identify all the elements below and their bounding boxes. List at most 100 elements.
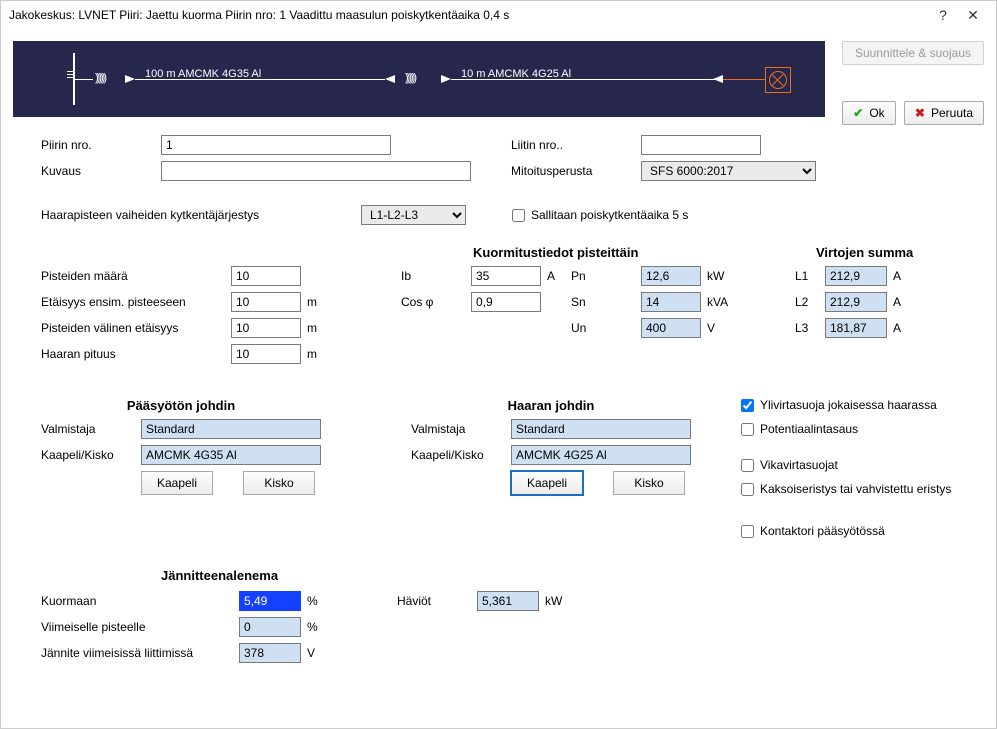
dimensioning-select[interactable]: SFS 6000:2017 — [641, 161, 816, 181]
circuit-no-label: Piirin nro. — [41, 138, 161, 152]
fault-input[interactable] — [741, 459, 754, 472]
phase-order-label: Haarapisteen vaiheiden kytkentäjärjestys — [41, 208, 361, 222]
main-manu-label: Valmistaja — [41, 422, 141, 436]
un-label: Un — [571, 321, 641, 335]
vd-last-label: Viimeiselle pisteelle — [41, 620, 239, 634]
point-count-input[interactable] — [231, 266, 301, 286]
branch-manu-label: Valmistaja — [411, 422, 511, 436]
window-title: Jakokeskus: LVNET Piiri: Jaettu kuorma P… — [9, 8, 928, 22]
l3-input — [825, 318, 887, 338]
l1-unit: A — [893, 269, 907, 283]
equipotential-checkbox[interactable]: Potentiaalintasaus — [741, 422, 951, 436]
pn-input — [641, 266, 701, 286]
branch-cable-input — [511, 445, 691, 465]
ok-label: Ok — [869, 106, 884, 120]
dimensioning-label: Mitoitusperusta — [511, 164, 641, 178]
sn-input — [641, 292, 701, 312]
pn-label: Pn — [571, 269, 641, 283]
cosphi-label: Cos φ — [401, 295, 471, 309]
vd-last-unit: % — [307, 620, 318, 634]
check-icon: ✔ — [853, 106, 863, 120]
ib-input[interactable] — [471, 266, 541, 286]
sn-label: Sn — [571, 295, 641, 309]
terminal-no-input[interactable] — [641, 135, 761, 155]
overcurrent-input[interactable] — [741, 399, 754, 412]
phase-order-select[interactable]: L1-L2-L3 — [361, 205, 466, 225]
point-count-label: Pisteiden määrä — [41, 269, 231, 283]
l3-label: L3 — [795, 321, 825, 335]
equipotential-input[interactable] — [741, 423, 754, 436]
dist-between-unit: m — [307, 321, 331, 335]
vd-load-label: Kuormaan — [41, 594, 239, 608]
cross-icon: ✖ — [915, 106, 925, 120]
un-input — [641, 318, 701, 338]
v-last-input — [239, 643, 301, 663]
vd-load-unit: % — [307, 594, 357, 608]
allow-5s-input[interactable] — [512, 209, 525, 222]
v-last-unit: V — [307, 646, 315, 660]
main-cable-input — [141, 445, 321, 465]
equipotential-label: Potentiaalintasaus — [760, 422, 858, 436]
currents-header: Virtojen summa — [816, 245, 956, 260]
pn-unit: kW — [707, 269, 745, 283]
doubleins-label: Kaksoiseristys tai vahvistettu eristys — [760, 482, 951, 496]
dist-between-label: Pisteiden välinen etäisyys — [41, 321, 231, 335]
close-button[interactable]: ✕ — [958, 7, 988, 24]
vd-last-input — [239, 617, 301, 637]
cosphi-input[interactable] — [471, 292, 541, 312]
branch-feeder-header: Haaran johdin — [411, 398, 691, 413]
dist-first-input[interactable] — [231, 292, 301, 312]
cancel-button[interactable]: ✖ Peruuta — [904, 101, 984, 125]
main-cable-label: Kaapeli/Kisko — [41, 448, 141, 462]
l3-unit: A — [893, 321, 907, 335]
l2-input — [825, 292, 887, 312]
sn-unit: kVA — [707, 295, 745, 309]
description-input[interactable] — [161, 161, 471, 181]
fault-label: Vikavirtasuojat — [760, 458, 838, 472]
doubleins-input[interactable] — [741, 483, 754, 496]
branch-bus-button[interactable]: Kisko — [613, 471, 685, 495]
ib-label: Ib — [401, 269, 471, 283]
terminal-no-label: Liitin nro.. — [511, 138, 641, 152]
circuit-diagram: )))))) 100 m AMCMK 4G35 Al )))))) 10 m A… — [13, 41, 825, 117]
branch-cable-button[interactable]: Kaapeli — [511, 471, 583, 495]
fault-checkbox[interactable]: Vikavirtasuojat — [741, 458, 951, 472]
overcurrent-checkbox[interactable]: Ylivirtasuoja jokaisessa haarassa — [741, 398, 951, 412]
doubleins-checkbox[interactable]: Kaksoiseristys tai vahvistettu eristys — [741, 482, 951, 496]
vd-header: Jännitteenalenema — [161, 568, 956, 583]
allow-5s-checkbox[interactable]: Sallitaan poiskytkentäaika 5 s — [512, 208, 688, 222]
losses-input — [477, 591, 539, 611]
l1-label: L1 — [795, 269, 825, 283]
overcurrent-label: Ylivirtasuoja jokaisessa haarassa — [760, 398, 937, 412]
circuit-no-input[interactable] — [161, 135, 391, 155]
un-unit: V — [707, 321, 745, 335]
load-header: Kuormitustiedot pisteittäin — [473, 245, 638, 260]
description-label: Kuvaus — [41, 164, 161, 178]
cancel-label: Peruuta — [931, 106, 973, 120]
design-protect-button[interactable]: Suunnittele & suojaus — [842, 41, 984, 65]
main-bus-button[interactable]: Kisko — [243, 471, 315, 495]
l2-unit: A — [893, 295, 907, 309]
branch-manu-input — [511, 419, 691, 439]
ok-button[interactable]: ✔ Ok — [842, 101, 896, 125]
dist-between-input[interactable] — [231, 318, 301, 338]
contactor-checkbox[interactable]: Kontaktori pääsyötössä — [741, 524, 951, 538]
losses-label: Häviöt — [397, 594, 477, 608]
branch-cable-label: Kaapeli/Kisko — [411, 448, 511, 462]
contactor-input[interactable] — [741, 525, 754, 538]
main-feeder-header: Pääsyötön johdin — [41, 398, 321, 413]
losses-unit: kW — [545, 594, 562, 608]
branch-len-unit: m — [307, 347, 331, 361]
v-last-label: Jännite viimeisissä liittimissä — [41, 646, 239, 660]
l1-input — [825, 266, 887, 286]
branch-len-label: Haaran pituus — [41, 347, 231, 361]
branch-len-input[interactable] — [231, 344, 301, 364]
main-manu-input — [141, 419, 321, 439]
lamp-icon — [765, 67, 791, 93]
ib-unit: A — [547, 269, 571, 283]
vd-load-input — [239, 591, 301, 611]
help-button[interactable]: ? — [928, 7, 958, 23]
contactor-label: Kontaktori pääsyötössä — [760, 524, 885, 538]
main-cable-button[interactable]: Kaapeli — [141, 471, 213, 495]
l2-label: L2 — [795, 295, 825, 309]
